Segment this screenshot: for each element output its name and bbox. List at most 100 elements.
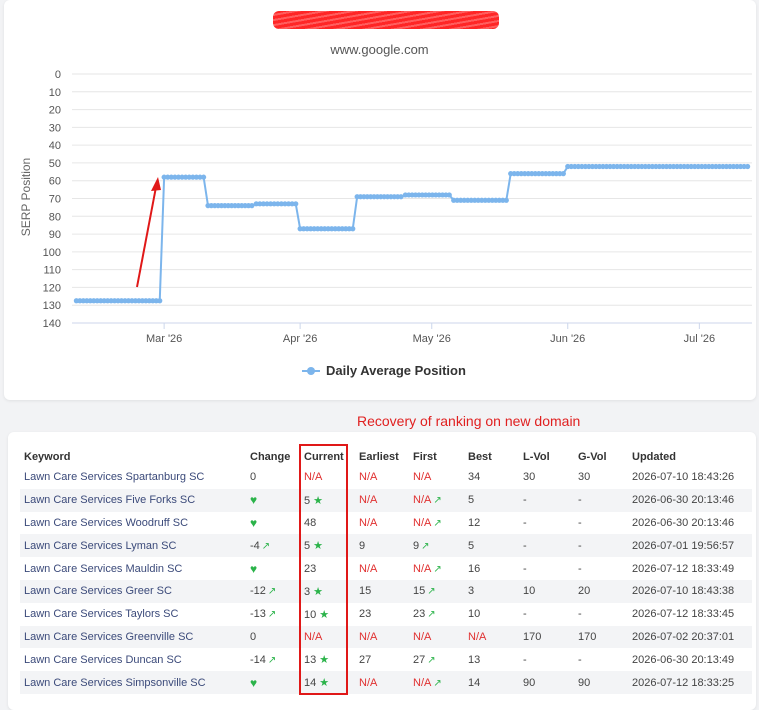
col-header-lvol[interactable]: L-Vol: [523, 448, 578, 466]
best-value: 14: [468, 676, 481, 689]
cell-updated: 2026-07-10 18:43:26: [632, 471, 735, 484]
cell-updated: 2026-06-30 20:13:49: [632, 653, 735, 666]
x-tick-label: Jun '26: [550, 333, 585, 345]
change-value: 0: [250, 471, 257, 484]
table-row[interactable]: Lawn Care Services Duncan SC -14 ↗ 13 ★ 27 27 ↗…: [20, 648, 752, 671]
best-value: 10: [468, 608, 481, 621]
cell-best: 12: [468, 512, 523, 535]
col-header-best[interactable]: Best: [468, 448, 523, 466]
data-point: [745, 163, 751, 170]
cell-keyword[interactable]: Lawn Care Services Greenville SC: [20, 625, 250, 649]
cell-best: 5: [468, 534, 523, 558]
chart-legend[interactable]: Daily Average Position: [302, 363, 466, 378]
table-row[interactable]: Lawn Care Services Simpsonville SC ♥ 14 ★ N/…: [20, 671, 752, 694]
col-header-keyword[interactable]: Keyword: [20, 448, 250, 466]
change-value: -12: [250, 585, 266, 598]
cell-lvol: 30: [523, 471, 536, 484]
trend-up-icon: ↗: [427, 654, 436, 666]
cell-gvol: 170: [578, 625, 632, 649]
y-tick-label: 100: [43, 247, 61, 259]
cell-earliest: N/A: [359, 625, 413, 649]
col-header-earliest[interactable]: Earliest: [359, 448, 413, 466]
cell-change: -13 ↗: [250, 603, 304, 626]
table-header-row: Keyword Change Current Earliest First Be…: [20, 448, 752, 466]
earliest-value: N/A: [359, 516, 378, 529]
cell-keyword[interactable]: Lawn Care Services Mauldin SC: [20, 557, 250, 580]
cell-lvol: -: [523, 562, 527, 575]
col-header-change[interactable]: Change: [250, 448, 304, 466]
x-tick-label: Mar '26: [146, 333, 182, 345]
cell-change: ♥: [250, 557, 304, 580]
table-row[interactable]: Lawn Care Services Taylors SC -13 ↗ 10 ★ 23 23…: [20, 603, 752, 626]
cell-first: N/A ↗: [413, 488, 468, 512]
cell-keyword[interactable]: Lawn Care Services Woodruff SC: [20, 512, 250, 535]
table-row[interactable]: Lawn Care Services Five Forks SC ♥ 5 ★ N/A N/…: [20, 488, 752, 512]
best-value: 16: [468, 562, 481, 575]
col-header-first[interactable]: First: [413, 448, 468, 466]
data-point: [201, 174, 207, 180]
cell-best: 16: [468, 557, 523, 580]
y-tick-label: 130: [43, 300, 61, 312]
cell-lvol: -: [523, 516, 527, 529]
col-header-gvol[interactable]: G-Vol: [578, 448, 632, 466]
earliest-value: N/A: [359, 494, 378, 507]
first-value: 23: [413, 608, 426, 621]
y-tick-label: 120: [43, 282, 61, 294]
data-point: [503, 197, 509, 203]
annotation-arrow: [136, 177, 161, 288]
y-tick-label: 50: [49, 158, 61, 170]
cell-updated: 2026-06-30 20:13:46: [632, 516, 735, 529]
cell-lvol: 170: [523, 625, 578, 649]
cell-keyword[interactable]: Lawn Care Services Duncan SC: [20, 648, 250, 671]
trend-up-icon: ↗: [433, 563, 442, 575]
col-header-updated[interactable]: Updated: [632, 448, 752, 466]
cell-keyword[interactable]: Lawn Care Services Taylors SC: [20, 603, 250, 626]
table-row[interactable]: Lawn Care Services Mauldin SC ♥ 23 N/A N/A ↗ 1…: [20, 557, 752, 580]
cell-best: 13: [468, 648, 523, 671]
trend-up-icon: ↗: [267, 609, 277, 621]
cell-first: 15 ↗: [413, 579, 468, 603]
cell-change: 0: [250, 625, 304, 649]
trend-up-icon: ↗: [267, 586, 277, 598]
best-value: 5: [468, 539, 475, 552]
legend-marker-icon: [302, 366, 320, 376]
table-row[interactable]: Lawn Care Services Lyman SC -4 ↗ 5 ★ 9 9 ↗ 5- -20…: [20, 534, 752, 558]
y-tick-label: 30: [49, 122, 61, 134]
cell-first: N/A ↗: [413, 512, 468, 535]
cell-keyword[interactable]: Lawn Care Services Greer SC: [20, 579, 250, 603]
y-tick-label: 20: [49, 105, 61, 117]
best-value: 12: [468, 516, 481, 529]
cell-keyword[interactable]: Lawn Care Services Spartanburg SC: [20, 466, 250, 489]
cell-keyword[interactable]: Lawn Care Services Lyman SC: [20, 534, 250, 558]
current-column-highlight: [299, 444, 348, 695]
data-point: [350, 226, 356, 232]
cell-first: N/A: [413, 466, 468, 489]
y-tick-label: 140: [43, 318, 61, 330]
table-row[interactable]: Lawn Care Services Woodruff SC ♥ 48 N/A N/A ↗…: [20, 512, 752, 535]
best-value: 3: [468, 585, 475, 598]
x-tick-label: Jul '26: [684, 333, 715, 345]
cell-change: -12 ↗: [250, 579, 304, 603]
heart-icon: ♥: [250, 675, 258, 690]
table-row[interactable]: Lawn Care Services Greer SC -12 ↗ 3 ★ 15 15 ↗ 3 1…: [20, 579, 752, 603]
y-tick-labels: 0 10 20 30 40 50 60 70 80 90 100 110 120 130 140: [43, 69, 61, 330]
table-row[interactable]: Lawn Care Services Spartanburg SC 0 N/A N/A…: [20, 466, 752, 489]
trend-up-icon: ↗: [427, 609, 436, 621]
cell-keyword[interactable]: Lawn Care Services Simpsonville SC: [20, 671, 250, 694]
cell-updated: 2026-07-01 19:56:57: [632, 534, 752, 558]
first-value: N/A: [413, 471, 432, 484]
change-value: 0: [250, 630, 257, 643]
cell-lvol: -: [523, 488, 578, 512]
y-tick-label: 80: [49, 211, 61, 223]
earliest-value: 15: [359, 585, 372, 598]
x-tick-label: Apr '26: [283, 333, 318, 345]
cell-gvol: -: [578, 562, 582, 575]
table-row[interactable]: Lawn Care Services Greenville SC 0 N/A N/A N…: [20, 625, 752, 649]
data-point: [157, 298, 163, 304]
change-value: -4: [250, 539, 260, 552]
trend-up-icon: ↗: [427, 586, 436, 598]
heart-icon: ♥: [250, 561, 258, 576]
data-point: [446, 192, 452, 198]
y-tick-label: 90: [49, 229, 61, 241]
cell-keyword[interactable]: Lawn Care Services Five Forks SC: [20, 488, 250, 512]
